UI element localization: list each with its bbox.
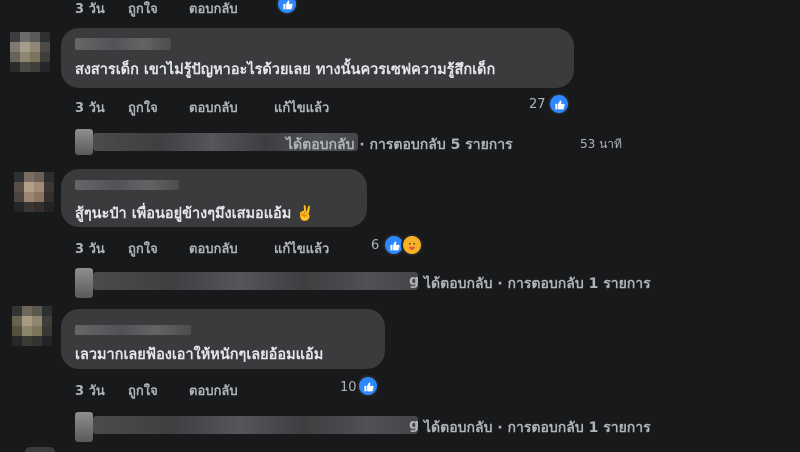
reply-avatar (75, 268, 93, 298)
view-replies-row[interactable]: ได้ตอบกลับ · การตอบกลับ 5 รายการ 53 นาที (75, 129, 675, 155)
comment-time[interactable]: 3 วัน (75, 380, 105, 401)
replies-summary[interactable]: ได้ตอบกลับ · การตอบกลับ 1 รายการ (424, 273, 651, 295)
edited-label[interactable]: แก้ไขแล้ว (274, 97, 329, 118)
comment-time[interactable]: 3 วัน (75, 238, 105, 259)
like-link[interactable]: ถูกใจ (128, 0, 158, 19)
comment-actions: 3 วัน ถูกใจ ตอบกลับ (75, 380, 375, 399)
comment-text: สู้ๆนะป๋า เพื่อนอยู่ข้างๆมึงเสมอแอ้ม ✌️ (75, 206, 315, 222)
like-link[interactable]: ถูกใจ (128, 97, 158, 118)
reply-avatar (75, 129, 93, 155)
replier-name (93, 272, 418, 290)
comment-actions: 3 วัน ถูกใจ ตอบกลับ แก้ไขแล้ว (75, 238, 375, 257)
replier-name (93, 416, 418, 434)
view-replies-row[interactable]: g ได้ตอบกลับ · การตอบกลับ 1 รายการ (75, 412, 735, 442)
replier-name-tail: g (409, 417, 420, 433)
reply-link[interactable]: ตอบกลับ (189, 0, 238, 19)
comment-text: เลวมากเลยฟ้องเอาให้หนักๆเลยอ้อมแอ้ม (75, 347, 324, 363)
reply-link[interactable]: ตอบกลับ (189, 97, 238, 118)
replies-summary[interactable]: ได้ตอบกลับ · การตอบกลับ 5 รายการ (286, 134, 513, 156)
replies-time: 53 นาที (580, 137, 622, 151)
replier-name-tail: g (409, 273, 420, 289)
reply-avatar (75, 412, 93, 442)
like-reaction-icon[interactable] (357, 375, 379, 397)
comment-text: สงสารเด็ก เขาไม่รู้ปัญหาอะไรด้วยเลย ทางน… (75, 62, 496, 78)
avatar[interactable] (10, 32, 50, 72)
avatar[interactable] (12, 306, 52, 346)
reply-link[interactable]: ตอบกลับ (189, 380, 238, 401)
author-name[interactable] (75, 180, 179, 190)
care-reaction-icon[interactable] (401, 234, 423, 256)
like-link[interactable]: ถูกใจ (128, 380, 158, 401)
reaction-count[interactable]: 27 (529, 97, 546, 112)
reaction-count[interactable]: 10 (340, 380, 357, 395)
reply-link[interactable]: ตอบกลับ (189, 238, 238, 259)
comment-bubble: เลวมากเลยฟ้องเอาให้หนักๆเลยอ้อมแอ้ม (61, 309, 385, 369)
reaction-count[interactable]: 6 (371, 238, 379, 253)
comment-time[interactable]: 3 วัน (75, 97, 105, 118)
like-reaction-icon[interactable] (548, 93, 570, 115)
comment-bubble: สู้ๆนะป๋า เพื่อนอยู่ข้างๆมึงเสมอแอ้ม ✌️ (61, 169, 367, 227)
author-name[interactable] (75, 38, 171, 50)
edited-label[interactable]: แก้ไขแล้ว (274, 238, 329, 259)
comment-bubble: สงสารเด็ก เขาไม่รู้ปัญหาอะไรด้วยเลย ทางน… (61, 28, 574, 88)
comment-actions: 3 วัน ถูกใจ ตอบกลับ แก้ไขแล้ว (75, 97, 375, 116)
bottom-partial-avatar (25, 447, 55, 452)
author-name[interactable] (75, 325, 191, 335)
comment-time[interactable]: 3 วัน (75, 0, 105, 19)
like-link[interactable]: ถูกใจ (128, 238, 158, 259)
replies-summary[interactable]: ได้ตอบกลับ · การตอบกลับ 1 รายการ (424, 417, 651, 439)
avatar[interactable] (14, 172, 54, 212)
view-replies-row[interactable]: g ได้ตอบกลับ · การตอบกลับ 1 รายการ (75, 268, 735, 298)
